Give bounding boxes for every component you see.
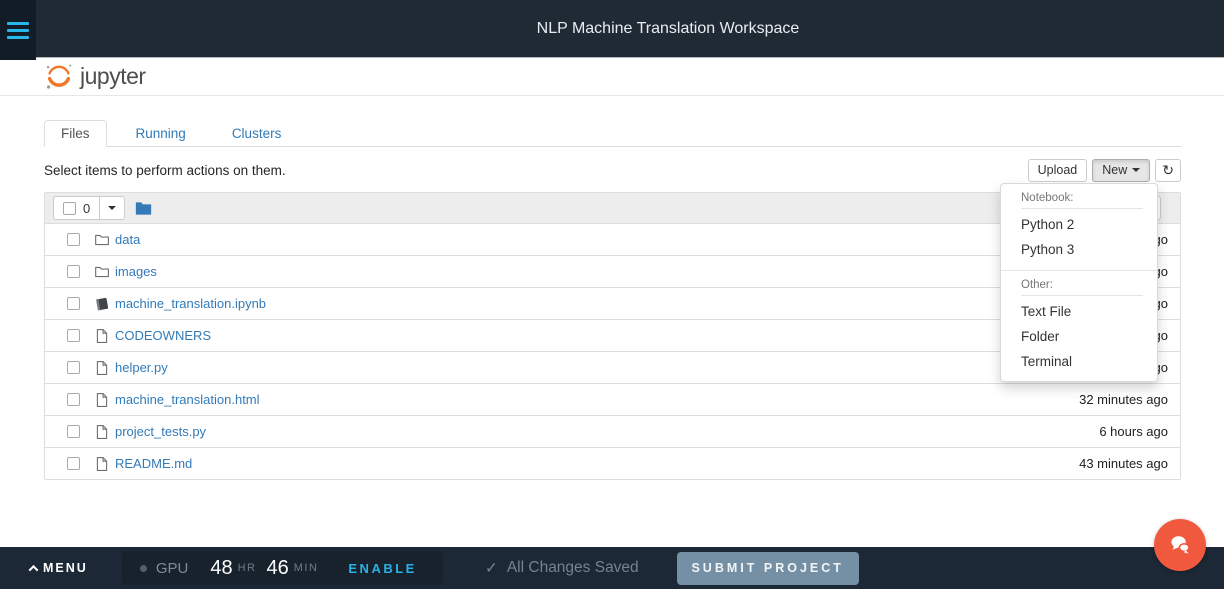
- selected-count: 0: [83, 200, 91, 216]
- select-all-checkbox[interactable]: [63, 201, 76, 215]
- refresh-button[interactable]: ↻: [1155, 158, 1181, 182]
- save-status: ✓ All Changes Saved: [484, 559, 639, 577]
- gpu-label: GPU: [155, 559, 189, 577]
- gpu-enable-button[interactable]: ENABLE: [348, 561, 416, 576]
- menu-item-folder[interactable]: Folder: [1001, 324, 1157, 349]
- folder-icon: [94, 264, 110, 280]
- menu-item-text-file[interactable]: Text File: [1001, 299, 1157, 324]
- menu-item-python2[interactable]: Python 2: [1001, 212, 1157, 237]
- last-modified-text: 32 minutes ago: [1079, 392, 1168, 407]
- row-checkbox[interactable]: [67, 329, 80, 342]
- footer-menu-toggle[interactable]: MENU: [28, 561, 88, 575]
- file-icon: [94, 360, 110, 376]
- tab-bar: Files Running Clusters: [44, 120, 1181, 147]
- caret-down-icon: [108, 206, 117, 210]
- menu-section-header: Other:: [1021, 279, 1143, 296]
- workspace-footer-bar: MENU GPU 48 HR 46 MIN ENABLE ✓ All Chang…: [0, 547, 1224, 589]
- toolbar: Select items to perform actions on them.…: [44, 158, 1181, 182]
- row-checkbox[interactable]: [67, 297, 80, 310]
- row-checkbox[interactable]: [67, 393, 80, 406]
- tab-files[interactable]: Files: [44, 120, 107, 147]
- select-all-group[interactable]: 0: [53, 196, 101, 220]
- file-icon: [94, 424, 110, 440]
- upload-button[interactable]: Upload: [1027, 158, 1088, 182]
- hamburger-menu-button[interactable]: [0, 0, 36, 60]
- file-link[interactable]: helper.py: [115, 360, 168, 375]
- submit-project-button[interactable]: SUBMIT PROJECT: [676, 551, 859, 585]
- last-modified-text: 6 hours ago: [1099, 424, 1168, 439]
- file-icon: [94, 328, 110, 344]
- breadcrumb-home-folder-icon[interactable]: [135, 201, 152, 216]
- file-link[interactable]: machine_translation.html: [115, 392, 260, 407]
- gpu-hours-remaining: 48: [210, 556, 233, 579]
- file-row: project_tests.py 6 hours ago: [45, 415, 1180, 447]
- select-items-hint: Select items to perform actions on them.: [44, 162, 286, 178]
- jupyter-logo-link[interactable]: jupyter: [44, 61, 146, 91]
- gpu-minutes-remaining: 46: [266, 556, 289, 579]
- jupyter-logo-icon: [44, 61, 74, 91]
- top-app-bar: NLP Machine Translation Workspace: [0, 0, 1224, 57]
- chat-support-fab[interactable]: [1154, 519, 1206, 571]
- menu-item-python3[interactable]: Python 3: [1001, 237, 1157, 262]
- gpu-status-dot-icon: [139, 564, 147, 572]
- tab-clusters[interactable]: Clusters: [215, 120, 299, 147]
- file-link[interactable]: data: [115, 232, 140, 247]
- menu-divider: [1001, 270, 1157, 271]
- row-checkbox[interactable]: [67, 425, 80, 438]
- new-dropdown-button[interactable]: New: [1092, 158, 1151, 182]
- menu-item-terminal[interactable]: Terminal: [1001, 349, 1157, 374]
- page: NLP Machine Translation Workspace jupyte…: [0, 0, 1224, 589]
- row-checkbox[interactable]: [67, 457, 80, 470]
- caret-down-icon: [1132, 168, 1141, 172]
- select-dropdown-button[interactable]: [100, 196, 126, 220]
- chevron-up-icon: [28, 564, 39, 575]
- file-link[interactable]: CODEOWNERS: [115, 328, 211, 343]
- new-dropdown-menu: Notebook: Python 2 Python 3 Other: Text …: [1000, 183, 1158, 382]
- chat-bubbles-icon: [1167, 532, 1194, 558]
- file-row: machine_translation.html 32 minutes ago: [45, 383, 1180, 415]
- hamburger-icon: [7, 21, 29, 25]
- file-link[interactable]: images: [115, 264, 157, 279]
- last-modified-text: 43 minutes ago: [1079, 456, 1168, 471]
- row-checkbox[interactable]: [67, 361, 80, 374]
- check-icon: ✓: [484, 559, 498, 577]
- file-row: README.md 43 minutes ago: [45, 447, 1180, 479]
- refresh-icon: ↻: [1162, 162, 1174, 178]
- gpu-time-panel: GPU 48 HR 46 MIN ENABLE: [121, 551, 443, 585]
- jupyter-header: jupyter: [0, 57, 1224, 96]
- folder-icon: [94, 232, 110, 248]
- jupyter-brand-text: jupyter: [80, 62, 146, 89]
- file-link[interactable]: project_tests.py: [115, 424, 206, 439]
- file-link[interactable]: machine_translation.ipynb: [115, 296, 266, 311]
- row-checkbox[interactable]: [67, 265, 80, 278]
- file-icon: [94, 392, 110, 408]
- tab-running[interactable]: Running: [119, 120, 203, 147]
- page-title: NLP Machine Translation Workspace: [536, 20, 800, 37]
- notebook-icon: [94, 296, 110, 312]
- row-checkbox[interactable]: [67, 233, 80, 246]
- menu-section-header: Notebook:: [1021, 192, 1143, 209]
- file-link[interactable]: README.md: [115, 456, 192, 471]
- file-icon: [94, 456, 110, 472]
